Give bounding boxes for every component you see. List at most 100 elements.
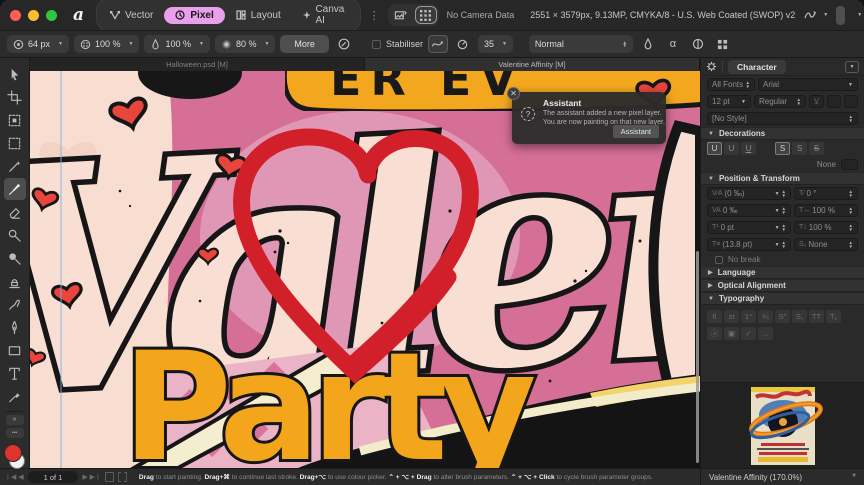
section-position-transform[interactable]: ▼Position & Transform	[701, 172, 864, 185]
text-tool[interactable]	[4, 362, 26, 384]
render-quality-icon[interactable]: *	[852, 472, 856, 483]
font-size-select[interactable]: 12 pt ▼	[707, 95, 751, 108]
persona-canva-ai[interactable]: Canva AI	[292, 1, 358, 29]
place-image-button[interactable]	[390, 6, 412, 24]
blend-mode-select[interactable]: Normal ▲▼	[529, 35, 633, 53]
extra-field-2[interactable]	[844, 95, 858, 108]
marquee-select-tool[interactable]	[4, 132, 26, 154]
fractions-button[interactable]: ¼	[758, 310, 773, 323]
minimize-window-button[interactable]	[28, 10, 39, 21]
expand-tools-button[interactable]: »	[6, 415, 24, 425]
colour-swatches[interactable]	[2, 444, 28, 468]
canvas-viewport[interactable]: ER EV Valen	[30, 71, 700, 468]
small-caps-button[interactable]: T₁	[826, 310, 841, 323]
stabiliser-length-control[interactable]: 35 ▼	[478, 35, 513, 53]
extra-field-1[interactable]	[827, 95, 841, 108]
export-dropdown-icon[interactable]: ▼	[857, 12, 862, 18]
script-field[interactable]: S₂None▲▼	[794, 238, 858, 251]
paint-brush-tool[interactable]	[4, 178, 26, 200]
assistant-button[interactable]: Assistant	[613, 125, 659, 138]
export-png-button[interactable]: Export PNG	[836, 6, 845, 25]
vertical-scrollbar[interactable]	[696, 251, 699, 463]
panel-chevron-button[interactable]: ▼	[845, 61, 859, 73]
section-typography[interactable]: ▼Typography	[701, 292, 864, 305]
baseline-field[interactable]: T¹0 pt▼▲▼	[707, 221, 791, 234]
ordinals-button[interactable]: 1°	[741, 310, 756, 323]
strikethrough-single-button[interactable]: S	[792, 142, 807, 155]
brush-width-control[interactable]: 64 px ▼	[7, 35, 69, 53]
smudge-brush-tool[interactable]	[4, 293, 26, 315]
wet-edges-button[interactable]	[638, 35, 658, 53]
gesture-menu[interactable]: ▼	[803, 8, 828, 22]
strikethrough-button[interactable]: S	[775, 142, 790, 155]
add-page-icon[interactable]	[118, 472, 127, 482]
ligatures-button[interactable]: fi	[707, 310, 722, 323]
horizontal-scale-field[interactable]: T↔100 %▲▼	[794, 204, 858, 217]
discretionary-ligatures-button[interactable]: st	[724, 310, 739, 323]
dodge-brush-tool[interactable]	[4, 224, 26, 246]
typography-more-button[interactable]: …	[758, 327, 773, 340]
strikethrough-double-button[interactable]: S	[809, 142, 824, 155]
font-style-select[interactable]: Regular ▲▼	[754, 95, 806, 108]
more-button[interactable]: More	[280, 35, 329, 53]
window-stabiliser-button[interactable]	[453, 35, 473, 53]
tools-overflow-button[interactable]: •••	[6, 428, 24, 438]
no-break-checkbox[interactable]	[715, 256, 723, 264]
underline-button[interactable]: U	[707, 142, 722, 155]
erase-brush-tool[interactable]	[4, 201, 26, 223]
doc-tab-halloween[interactable]: Halloween.psd [M]	[30, 58, 365, 71]
next-last-page-buttons[interactable]: ▶ ▶❘	[82, 473, 101, 481]
section-optical-alignment[interactable]: ▶Optical Alignment	[701, 279, 864, 292]
persona-overflow-icon[interactable]: ⋮	[369, 9, 380, 22]
brush-hardness-control[interactable]: 80 % ▼	[215, 35, 275, 53]
vertical-scale-field[interactable]: T↕100 %▲▼	[794, 221, 858, 234]
move-tool[interactable]	[4, 63, 26, 85]
symmetry-button[interactable]	[688, 35, 708, 53]
subscript-button[interactable]: S,	[792, 310, 807, 323]
section-language[interactable]: ▶Language	[701, 266, 864, 279]
font-family-select[interactable]: Arial ▼	[758, 78, 858, 91]
leading-field[interactable]: T≡(13.8 pt)▼▲▼	[707, 238, 791, 251]
flood-select-tool[interactable]	[4, 155, 26, 177]
crop-tool[interactable]	[4, 86, 26, 108]
panel-gear-icon[interactable]	[706, 61, 717, 72]
double-underline-button[interactable]: U	[741, 142, 756, 155]
section-decorations[interactable]: ▼Decorations	[701, 127, 864, 140]
contextual-button[interactable]: ✓	[741, 327, 756, 340]
navigator-panel[interactable]	[701, 382, 864, 468]
tab-character[interactable]: Character	[728, 60, 786, 74]
burn-brush-tool[interactable]	[4, 247, 26, 269]
zoom-window-button[interactable]	[46, 10, 57, 21]
decoration-colour-well[interactable]	[841, 159, 858, 170]
colour-picker-tool[interactable]	[4, 385, 26, 407]
page-thumb-icon[interactable]	[105, 472, 114, 482]
studio-grid-button[interactable]	[415, 6, 437, 24]
stabiliser-checkbox[interactable]	[372, 40, 381, 49]
persona-layout[interactable]: Layout	[225, 7, 292, 24]
kerning-toggle[interactable]: V̲	[809, 95, 824, 108]
pen-tool[interactable]	[4, 316, 26, 338]
first-prev-page-buttons[interactable]: ❘◀ ◀	[5, 473, 24, 481]
kerning-field[interactable]: V∕A(0 ‰)▼▲▼	[707, 187, 791, 200]
brush-opacity-control[interactable]: 100 % ▼	[74, 35, 139, 53]
protect-alpha-button[interactable]: α	[663, 35, 683, 53]
tracking-field[interactable]: VA0 ‰▼▲▼	[707, 204, 791, 217]
clone-brush-tool[interactable]	[4, 270, 26, 292]
page-indicator[interactable]: 1 of 1	[28, 471, 79, 483]
alternates-button[interactable]: ⓐ	[707, 327, 722, 340]
persona-vector[interactable]: Vector	[99, 7, 164, 24]
persona-pixel[interactable]: Pixel	[164, 7, 224, 24]
assistant-options-button[interactable]	[713, 35, 733, 53]
rope-stabiliser-button[interactable]	[428, 35, 448, 53]
shape-tool[interactable]	[4, 339, 26, 361]
underline-words-button[interactable]: U	[724, 142, 739, 155]
doc-tab-valentine[interactable]: Valentine Affinity [M]	[365, 58, 700, 71]
capitals-button[interactable]: TT	[809, 310, 824, 323]
stylistic-sets-button[interactable]: ▣	[724, 327, 739, 340]
foreground-colour-swatch[interactable]	[4, 444, 22, 462]
selection-brush-tool[interactable]	[4, 109, 26, 131]
text-style-select[interactable]: [No Style] ▲▼	[707, 112, 858, 125]
superscript-button[interactable]: S"	[775, 310, 790, 323]
shear-field[interactable]: T∕0 °▲▼	[794, 187, 858, 200]
close-icon[interactable]: ✕	[507, 87, 520, 100]
